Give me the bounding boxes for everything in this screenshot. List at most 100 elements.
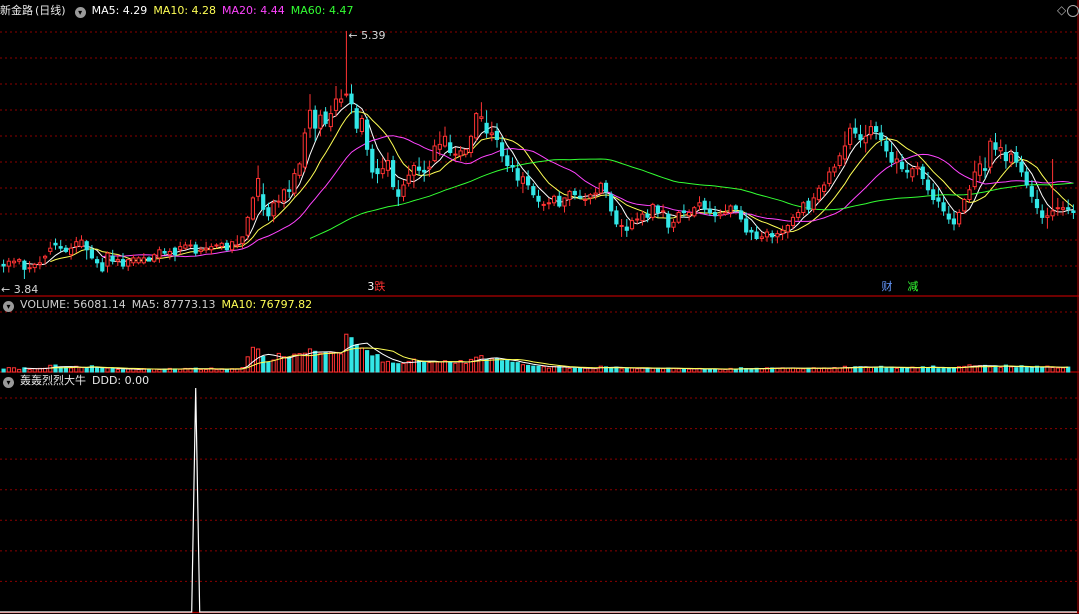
diamond-icon[interactable]: ◇ <box>1057 3 1066 17</box>
candle-body <box>448 142 453 154</box>
candle-body <box>141 257 146 264</box>
volume-bar <box>936 368 941 373</box>
candle-body <box>313 109 318 129</box>
candle <box>583 193 588 206</box>
candle-body <box>318 114 323 129</box>
volume-bar <box>391 362 396 373</box>
candle-body <box>858 134 863 141</box>
volume-bar <box>541 366 546 373</box>
candle-body <box>697 202 702 207</box>
max-price-label: ← 5.39 <box>348 28 386 42</box>
candle-body <box>801 202 806 214</box>
candle-body <box>531 186 536 196</box>
candle-body <box>1019 161 1024 173</box>
volume-bar <box>453 362 458 373</box>
candle <box>629 217 635 231</box>
candle <box>500 136 505 163</box>
candle-body <box>946 213 951 220</box>
volume-bar <box>224 369 230 373</box>
candle-body <box>541 203 546 206</box>
volume-bar <box>365 350 370 373</box>
candle-body <box>354 108 359 129</box>
volume-bar <box>53 364 58 373</box>
candle-body <box>167 251 172 256</box>
volume-ma-line-ma5 <box>24 342 1069 370</box>
candle-body <box>1050 210 1055 217</box>
candle-body <box>193 244 198 254</box>
volume-bar <box>375 354 380 373</box>
candle <box>463 148 468 158</box>
candle-body <box>110 255 115 262</box>
candle <box>22 259 27 279</box>
candle-body <box>905 169 910 173</box>
volume-bar <box>510 361 515 373</box>
volume-bar <box>359 347 364 373</box>
ma-line-ma10 <box>50 110 1074 263</box>
candle <box>848 123 853 150</box>
candle <box>780 225 785 241</box>
signal-text: 减 <box>907 280 919 293</box>
volume-bar <box>536 365 541 373</box>
candle-body <box>100 262 105 272</box>
candle <box>17 257 22 265</box>
candle-body <box>453 153 458 156</box>
candle <box>655 204 660 218</box>
signal-text: 财 <box>881 280 893 293</box>
circle-icon[interactable] <box>1067 5 1079 17</box>
candle-body <box>437 143 442 150</box>
candle <box>894 150 899 174</box>
collapse-toggle-icon[interactable]: ▾ <box>74 7 86 18</box>
volume-bar <box>463 363 468 373</box>
candle <box>287 180 292 198</box>
volume-bar <box>598 365 603 373</box>
candle-body <box>770 233 775 238</box>
volume-bar <box>619 368 624 373</box>
candle <box>1034 189 1040 215</box>
candle-body <box>323 111 328 124</box>
volume-bar <box>266 362 271 373</box>
volume-bar <box>645 367 650 373</box>
candle <box>946 206 951 224</box>
candle-body <box>63 247 69 252</box>
candle-body <box>209 246 214 251</box>
candle-body <box>723 212 728 215</box>
volume-bar <box>884 367 889 373</box>
candle-body <box>126 259 131 267</box>
volume-bar <box>245 356 250 373</box>
volume-bar <box>899 367 905 373</box>
indicator-toggle-icon[interactable]: ▾ <box>3 377 14 388</box>
candle <box>422 160 427 182</box>
volume-bar <box>448 361 453 373</box>
candle-body <box>526 176 531 186</box>
candle <box>235 235 240 249</box>
candle-body <box>666 213 671 228</box>
candle-body <box>188 244 193 247</box>
candle-body <box>562 197 567 207</box>
volume-bar <box>827 368 832 373</box>
candle-body <box>235 244 240 247</box>
candle <box>178 241 183 255</box>
candle-body <box>863 135 868 144</box>
candle-body <box>261 194 266 210</box>
indicator-line-ddd <box>0 387 1077 613</box>
candle <box>842 131 847 166</box>
candle-body <box>43 255 48 259</box>
candle <box>567 189 572 206</box>
candle-body <box>728 205 733 213</box>
candle <box>936 188 941 208</box>
candle-body <box>422 169 427 173</box>
candle <box>702 197 707 215</box>
volume-bar <box>624 367 629 373</box>
volume-bar <box>661 368 666 373</box>
candle-body <box>489 132 494 136</box>
volume-bar <box>344 333 349 373</box>
candle <box>520 172 525 194</box>
candle <box>365 116 370 156</box>
candle-body <box>27 267 32 270</box>
candle <box>136 256 141 265</box>
volume-bar <box>328 352 333 373</box>
volume-toggle-icon[interactable]: ▾ <box>3 301 14 312</box>
candle-body <box>281 189 287 202</box>
candle <box>100 257 105 273</box>
candle-body <box>224 242 230 251</box>
